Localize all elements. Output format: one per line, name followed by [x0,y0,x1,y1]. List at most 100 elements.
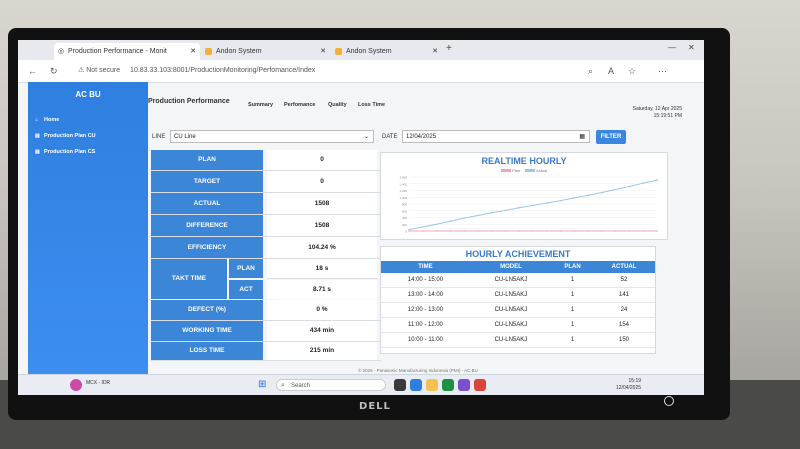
data-point-actual [614,188,617,191]
task-view-icon[interactable] [394,379,406,391]
close-tab-icon[interactable]: ✕ [320,43,326,60]
cell-plan: 1 [551,317,594,333]
screen: ◎ Production Performance - Monit ✕ Andon… [18,40,704,395]
tab-loss-time[interactable]: Loss Time [358,102,385,108]
system-clock[interactable]: 15:19 12/04/2025 [616,378,641,392]
close-tab-icon[interactable]: ✕ [190,43,196,60]
sidebar-item-production-plan-cu[interactable]: ▤ Production Plan CU [28,128,148,144]
sidebar-item-production-plan-cs[interactable]: ▤ Production Plan CS [28,144,148,160]
y-tick-label: 1,200 [399,189,407,193]
table-row: 14:00 - 15:00 CU-LN5AKJ 1 52 [381,273,655,288]
takt-act-value: 8.71 s [267,280,377,299]
power-button[interactable] [664,396,674,406]
data-point-actual [518,206,521,209]
new-tab-icon[interactable]: + [446,43,452,54]
windows-start-icon[interactable]: ⊞ [258,379,266,391]
col-time: TIME [381,261,470,273]
favorite-star-icon[interactable]: ☆ [628,63,636,79]
cell-plan: 1 [551,287,594,303]
taskbar-search[interactable]: ⌕ Search [276,379,386,391]
clock-time: 15:19 [628,378,642,384]
takt-plan-label: PLAN [229,259,263,278]
cell-actual: 141 [593,287,655,303]
cell-model: CU-LN5AKJ [469,287,552,303]
data-point-plan [559,230,562,232]
tab-performance[interactable]: Perfomance [284,102,316,108]
data-point-actual [642,182,645,184]
cell-actual: 24 [593,302,655,318]
table-header-row: TIME MODEL PLAN ACTUAL [381,261,655,273]
kpi-value: 1508 [267,215,377,236]
data-point-actual [421,226,424,228]
edge-icon[interactable] [410,379,422,391]
y-tick-label: 1,600 [399,176,407,180]
browser-tab-bar: ◎ Production Performance - Monit ✕ Andon… [18,40,704,60]
kpi-label: DIFFERENCE [151,215,263,236]
data-point-actual [408,228,410,231]
store-icon[interactable] [458,379,470,391]
data-point-actual [477,214,479,217]
andon-favicon-icon [205,48,212,55]
file-icon: ▤ [35,149,40,155]
notification-title[interactable]: MCX - IDR [86,380,110,386]
url-text: 10.83.33.103:8001/ProductionMonitoring/P… [130,67,316,74]
hourly-table: TIME MODEL PLAN ACTUAL 14:00 - 15:00 CU-… [381,261,655,348]
data-point-plan [518,230,521,232]
cell-actual: 150 [593,332,655,348]
kpi-row-defect: DEFECT (%) 0 % [151,300,381,321]
search-placeholder: Search [291,383,311,389]
search-icon[interactable]: ⌕ [588,63,593,79]
current-time: 15:19:51 PM [653,113,682,119]
data-point-actual [628,185,631,188]
kpi-row-loss-time: LOSS TIME 215 min [151,342,381,361]
reload-icon[interactable]: ↻ [50,63,58,79]
close-tab-icon[interactable]: ✕ [432,43,438,60]
kpi-label: ACTUAL [151,193,263,214]
cell-plan: 1 [551,302,594,318]
browser-tab-production[interactable]: ◎ Production Performance - Monit ✕ [54,43,200,60]
filter-row: LINE CU Line ⌄ DATE 12/04/2025 ▦ FILTER [148,130,688,146]
kpi-value: 0 [267,150,377,170]
font-size-icon[interactable]: A [608,63,614,79]
data-point-actual [435,223,438,226]
tab-summary[interactable]: Summary [248,102,273,108]
sidebar-item-label: Production Plan CS [44,149,96,155]
kpi-value: 215 min [267,342,377,360]
line-select[interactable]: CU Line ⌄ [170,130,374,143]
tab-quality[interactable]: Quality [328,102,347,108]
data-point-plan [587,230,589,232]
data-point-actual [573,197,576,199]
minimize-icon[interactable]: — [668,43,676,52]
date-input-value: 12/04/2025 [406,134,437,140]
cell-time: 11:00 - 12:00 [381,317,470,333]
tab-label: Andon System [346,48,392,55]
browser-tab-andon-2[interactable]: Andon System ✕ [332,43,442,60]
home-icon: ⌂ [35,117,39,123]
y-tick-label: 800 [402,203,407,207]
data-point-actual [559,199,562,202]
more-icon[interactable]: ⋯ [658,63,667,79]
address-bar: ← ↻ ⚠ Not secure 10.83.33.103:8001/Produ… [18,60,704,83]
realtime-hourly-panel: REALTIME HOURLY Plan Actual 1,600 1,400 1,… [380,152,668,240]
sidebar-item-home[interactable]: ⌂ Home [28,112,148,128]
monitor-logo: DELL [359,401,391,412]
date-input[interactable]: 12/04/2025 ▦ [402,130,590,143]
url-field[interactable]: ⚠ Not secure 10.83.33.103:8001/Productio… [78,63,548,79]
file-icon: ▤ [35,133,40,139]
browser-tab-andon-1[interactable]: Andon System ✕ [202,43,330,60]
sidebar: AC BU ⌂ Home ▤ Production Plan CU ▤ Prod… [28,82,148,382]
close-window-icon[interactable]: ✕ [688,43,695,52]
kpi-row-target: TARGET 0 [151,171,381,193]
file-explorer-icon[interactable] [426,379,438,391]
back-icon[interactable]: ← [28,63,37,79]
data-point-actual [504,209,507,212]
chrome-icon[interactable] [442,379,454,391]
tab-label: Production Performance - Monit [68,48,167,55]
page-footer: © 2025 - Panasonic Manufacturing Indones… [358,368,478,373]
cell-plan: 1 [551,332,594,348]
takt-act-label: ACT [229,280,263,299]
y-tick-label: 1,000 [399,196,407,200]
app-icon[interactable] [474,379,486,391]
filter-button[interactable]: FILTER [596,130,626,144]
col-model: MODEL [469,261,552,273]
